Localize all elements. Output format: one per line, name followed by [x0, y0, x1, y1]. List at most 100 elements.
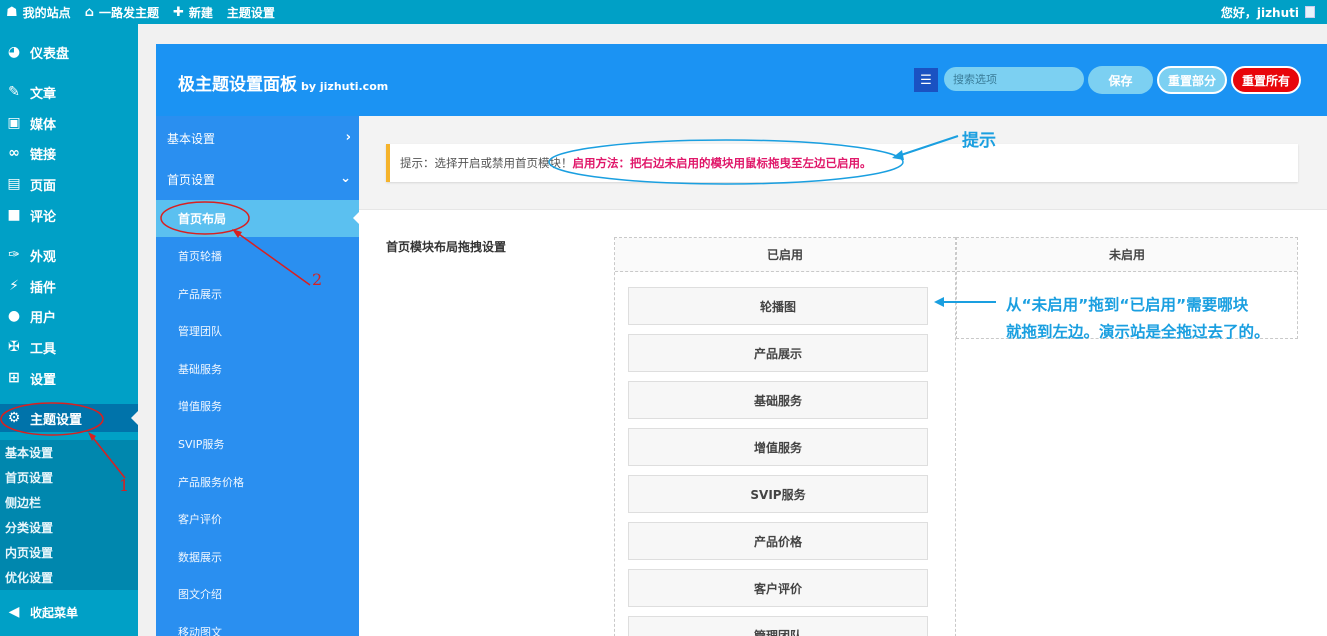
collapse-icon: ◀: [8, 604, 20, 620]
sidebar-item-label: 用户: [30, 310, 57, 326]
sidebar-item-pages[interactable]: ▤ 页面: [0, 170, 138, 198]
nav-item-value-service[interactable]: 增值服务: [156, 387, 359, 424]
link-icon: ∞: [8, 145, 20, 161]
panel-content: 提示：选择开启或禁用首页模块！ 启用方法：把右边未启用的模块用鼠标拖曳至左边已启用…: [359, 116, 1327, 636]
module-pricing[interactable]: 产品价格: [628, 522, 928, 560]
nav-item-stats[interactable]: 数据展示: [156, 538, 359, 575]
submenu-optimize[interactable]: 优化设置: [0, 565, 138, 590]
module-products[interactable]: 产品展示: [628, 334, 928, 372]
sidebar-item-label: 页面: [30, 178, 57, 194]
reset-section-button[interactable]: 重置部分: [1157, 66, 1227, 94]
nav-item-team[interactable]: 管理团队: [156, 312, 359, 349]
disabled-column-title: 未启用: [957, 238, 1297, 272]
plugin-icon: ⚡: [9, 278, 19, 294]
sidebar-item-comments[interactable]: ■ 评论: [0, 201, 138, 229]
sidebar-item-links[interactable]: ∞ 链接: [0, 139, 138, 167]
nav-item-basic-service[interactable]: 基础服务: [156, 350, 359, 387]
sidebar-item-label: 媒体: [30, 117, 57, 133]
sidebar-item-settings[interactable]: ⊞ 设置: [0, 364, 138, 392]
notice-prefix: 提示：选择开启或禁用首页模块！: [400, 156, 573, 170]
annotation-drag-line2: 就拖到左边。演示站是全拖过去了的。: [1006, 323, 1270, 341]
module-team[interactable]: 管理团队: [628, 616, 928, 636]
panel-title-text: 极主题设置面板: [178, 75, 297, 95]
media-icon: ▣: [7, 115, 21, 131]
submenu-home[interactable]: 首页设置: [0, 465, 138, 490]
module-value-service[interactable]: 增值服务: [628, 428, 928, 466]
module-basic-service[interactable]: 基础服务: [628, 381, 928, 419]
plus-icon: ✚: [173, 4, 184, 20]
sidebar-item-label: 插件: [30, 280, 57, 296]
collapse-menu-button[interactable]: ◀ 收起菜单: [0, 598, 138, 626]
module-reviews[interactable]: 客户评价: [628, 569, 928, 607]
sidebar-item-users[interactable]: ● 用户: [0, 302, 138, 330]
nav-group-label: 基本设置: [167, 131, 216, 146]
theme-settings-link[interactable]: 主题设置: [221, 0, 283, 24]
annotation-number-1: 1: [119, 476, 130, 495]
sidebar-item-tools[interactable]: ✠ 工具: [0, 333, 138, 361]
site-home-link[interactable]: ⌂ 一路发主题: [79, 0, 167, 24]
submenu-sidebar[interactable]: 侧边栏: [0, 490, 138, 515]
sidebar-item-label: 主题设置: [30, 412, 83, 428]
notice-box: 提示：选择开启或禁用首页模块！ 启用方法：把右边未启用的模块用鼠标拖曳至左边已启用…: [386, 144, 1298, 182]
sites-icon: ☗: [6, 4, 18, 20]
sidebar-item-label: 评论: [30, 209, 57, 225]
nav-group-basic[interactable]: 基本设置 ›: [156, 118, 359, 158]
my-sites-menu[interactable]: ☗ 我的站点: [0, 0, 79, 24]
notice-method: 启用方法：把右边未启用的模块用鼠标拖曳至左边已启用。: [572, 156, 872, 170]
enabled-modules-column[interactable]: 已启用 轮播图 产品展示 基础服务 增值服务 SVIP服务 产品价格 客户评价 …: [614, 237, 956, 636]
nav-item-products[interactable]: 产品展示: [156, 275, 359, 312]
sidebar-item-media[interactable]: ▣ 媒体: [0, 109, 138, 137]
sidebar-item-dashboard[interactable]: ◕ 仪表盘: [0, 38, 138, 66]
sidebar-item-plugins[interactable]: ⚡ 插件: [0, 272, 138, 300]
admin-bar: ☗ 我的站点 ⌂ 一路发主题 ✚ 新建 主题设置 您好，jizhuti: [0, 0, 1327, 24]
reset-all-button[interactable]: 重置所有: [1231, 66, 1301, 94]
collapse-label: 收起菜单: [30, 605, 79, 620]
dashboard-icon: ◕: [7, 44, 21, 60]
annotation-number-2: 2: [312, 270, 323, 289]
sidebar-item-label: 仪表盘: [30, 46, 70, 62]
theme-settings-label: 主题设置: [226, 5, 275, 20]
sidebar-item-posts[interactable]: ✎ 文章: [0, 78, 138, 106]
comment-icon: ■: [7, 207, 21, 223]
save-button[interactable]: 保存: [1088, 66, 1153, 94]
layout-section-label: 首页模块布局拖拽设置: [386, 240, 507, 254]
sidebar-item-label: 外观: [30, 249, 57, 265]
nav-item-home-layout[interactable]: 首页布局: [156, 200, 359, 237]
site-name-label: 一路发主题: [98, 5, 159, 20]
nav-item-svip-service[interactable]: SVIP服务: [156, 425, 359, 462]
account-menu[interactable]: 您好，jizhuti: [1221, 0, 1315, 24]
sidebar-item-label: 设置: [30, 372, 57, 388]
panel-header: 极主题设置面板 by jizhuti.com ☰ 保存 重置部分 重置所有: [156, 44, 1327, 116]
enabled-column-title: 已启用: [615, 238, 955, 272]
panel-title: 极主题设置面板 by jizhuti.com: [178, 70, 388, 95]
nav-item-reviews[interactable]: 客户评价: [156, 500, 359, 537]
notice-area: 提示：选择开启或禁用首页模块！ 启用方法：把右边未启用的模块用鼠标拖曳至左边已启用…: [359, 116, 1327, 210]
submenu-category[interactable]: 分类设置: [0, 515, 138, 540]
search-options-input[interactable]: [944, 67, 1084, 91]
home-icon: ⌂: [84, 4, 94, 20]
new-label: 新建: [188, 5, 213, 20]
annotation-drag-line1: 从“未启用”拖到“已启用”需要哪块: [1006, 296, 1249, 314]
list-icon: ☰: [920, 72, 932, 88]
panel-by-text: by jizhuti.com: [301, 80, 389, 93]
settings-icon: ⊞: [8, 370, 20, 386]
pin-icon: ✎: [8, 84, 20, 100]
module-slider[interactable]: 轮播图: [628, 287, 928, 325]
sidebar-item-appearance[interactable]: ✑ 外观: [0, 241, 138, 269]
nav-group-label: 首页设置: [167, 172, 216, 187]
theme-settings-submenu: 基本设置 首页设置 侧边栏 分类设置 内页设置 优化设置: [0, 440, 138, 590]
submenu-basic[interactable]: 基本设置: [0, 440, 138, 465]
nav-item-pricing[interactable]: 产品服务价格: [156, 463, 359, 500]
nav-item-intro[interactable]: 图文介绍: [156, 575, 359, 612]
expand-all-button[interactable]: ☰: [914, 68, 938, 92]
new-content-menu[interactable]: ✚ 新建: [167, 0, 221, 24]
panel-nav: 基本设置 › 首页设置 ⌄ 首页布局 首页轮播 产品展示 管理团队 基础服务 增值服…: [156, 116, 359, 636]
module-svip-service[interactable]: SVIP服务: [628, 475, 928, 513]
admin-sidebar: ◕ 仪表盘 ✎ 文章 ▣ 媒体 ∞ 链接 ▤ 页面 ■ 评论 ✑ 外观 ⚡ 插件 ● 用户 ✠ 工具…: [0, 24, 138, 636]
avatar: [1305, 6, 1315, 18]
submenu-inner[interactable]: 内页设置: [0, 540, 138, 565]
nav-group-home[interactable]: 首页设置 ⌄: [156, 159, 359, 199]
nav-item-mobile[interactable]: 移动图文: [156, 613, 359, 636]
nav-item-home-slider[interactable]: 首页轮播: [156, 237, 359, 274]
sidebar-item-theme-settings[interactable]: ⚙ 主题设置: [0, 404, 138, 432]
